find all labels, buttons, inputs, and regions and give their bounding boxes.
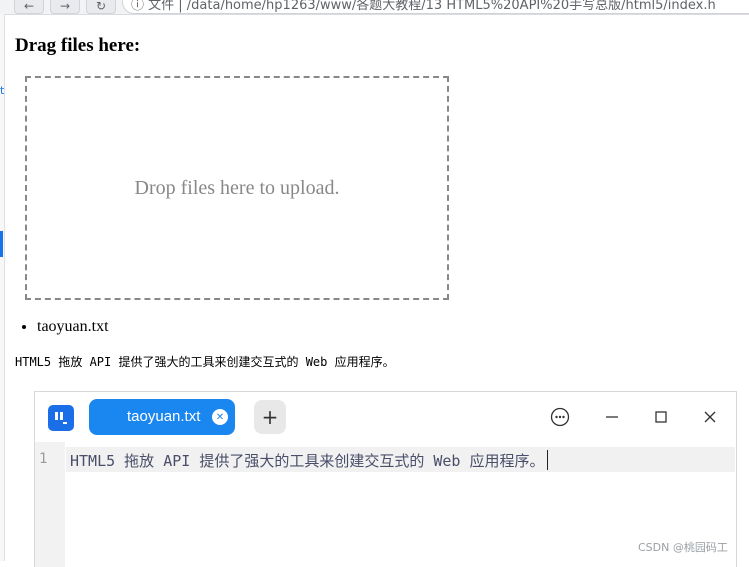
arrow-right-icon: → xyxy=(59,0,71,13)
text-editor-window: taoyuan.txt ✕ + 1 HTML5 拖放 API 提供了强大的工具来… xyxy=(34,391,737,567)
editor-titlebar: taoyuan.txt ✕ + xyxy=(35,392,736,442)
watermark: CSDN @桃园码工 xyxy=(638,541,728,554)
close-icon xyxy=(704,411,716,423)
file-content-preview: HTML5 拖放 API 提供了强大的工具来创建交互式的 Web 应用程序。 xyxy=(15,355,395,369)
reload-button[interactable]: ↻ xyxy=(86,0,116,14)
file-list: taoyuan.txt xyxy=(14,318,109,336)
text-caret xyxy=(546,450,548,470)
close-window-button[interactable] xyxy=(698,405,722,429)
plus-icon: + xyxy=(261,405,279,429)
file-list-item: taoyuan.txt xyxy=(37,318,109,336)
menu-button[interactable] xyxy=(548,405,572,429)
tab-taoyuan[interactable]: taoyuan.txt ✕ xyxy=(89,399,235,435)
maximize-icon xyxy=(655,411,667,423)
address-bar[interactable]: ⓘ 文件 | /data/home/hp1263/www/各题大教程/13 HT… xyxy=(122,0,749,14)
drop-zone[interactable]: Drop files here to upload. xyxy=(25,76,449,300)
line-number: 1 xyxy=(39,451,48,467)
close-icon[interactable]: ✕ xyxy=(212,409,228,425)
browser-toolbar: ← → ↻ ⓘ 文件 | /data/home/hp1263/www/各题大教程… xyxy=(0,0,749,15)
left-panel-mark: t xyxy=(0,84,5,97)
add-tab-button[interactable]: + xyxy=(254,400,286,434)
reload-icon: ↻ xyxy=(95,0,107,13)
editor-line-text: HTML5 拖放 API 提供了强大的工具来创建交互式的 Web 应用程序。 xyxy=(70,452,545,470)
back-button[interactable]: ← xyxy=(14,0,44,14)
page-heading: Drag files here: xyxy=(15,35,141,56)
editor-text-line[interactable]: HTML5 拖放 API 提供了强大的工具来创建交互式的 Web 应用程序。 xyxy=(70,450,548,471)
tab-title: taoyuan.txt xyxy=(127,408,201,425)
minimize-icon xyxy=(606,416,618,418)
arrow-left-icon: ← xyxy=(23,0,35,13)
forward-button[interactable]: → xyxy=(50,0,80,14)
editor-app-icon xyxy=(48,405,74,431)
more-icon xyxy=(550,407,570,427)
minimize-button[interactable] xyxy=(600,405,624,429)
maximize-button[interactable] xyxy=(649,405,673,429)
drop-zone-text: Drop files here to upload. xyxy=(134,176,340,199)
left-panel-highlight xyxy=(0,231,3,257)
